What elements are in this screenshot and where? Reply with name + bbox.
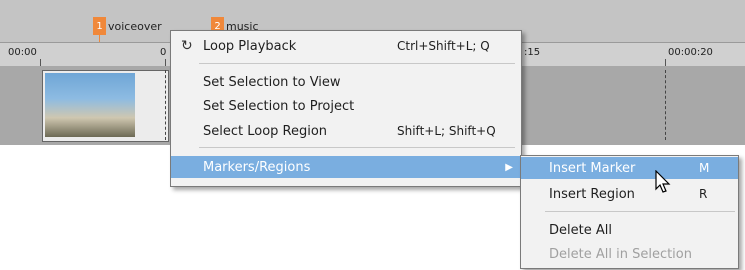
menu-item-set-selection-to-project[interactable]: Set Selection to Project (171, 95, 521, 117)
menu-item-label: Set Selection to Project (203, 98, 355, 114)
clip-boundary (165, 70, 166, 140)
menu-item-insert-marker[interactable]: Insert Marker M (521, 157, 738, 179)
clip-thumbnail (45, 73, 135, 137)
menu-item-label: Select Loop Region (203, 123, 328, 139)
menu-item-set-selection-to-view[interactable]: Set Selection to View (171, 71, 521, 93)
menu-item-label: Markers/Regions (203, 159, 311, 175)
menu-item-label: Delete All (549, 222, 612, 238)
menu-separator (545, 211, 735, 212)
menu-item-delete-all[interactable]: Delete All (521, 219, 738, 241)
markers-regions-submenu: Insert Marker M Insert Region R Delete A… (520, 155, 739, 269)
ruler-label: :15 (524, 47, 541, 58)
menu-item-label: Set Selection to View (203, 74, 341, 90)
menu-item-label: Loop Playback (203, 38, 297, 54)
menu-item-insert-region[interactable]: Insert Region R (521, 183, 738, 205)
marker-voiceover[interactable]: 1 voiceover (93, 17, 162, 35)
menu-item-shortcut: Ctrl+Shift+L; Q (397, 39, 490, 53)
menu-item-label: Insert Marker (549, 160, 636, 176)
menu-item-shortcut: M (699, 161, 710, 175)
menu-item-select-loop-region[interactable]: Select Loop Region Shift+L; Shift+Q (171, 120, 521, 142)
grid-line (665, 70, 666, 140)
mouse-cursor-icon (655, 170, 671, 193)
loop-icon: ↻ (181, 38, 193, 54)
menu-separator (199, 63, 515, 64)
video-clip[interactable] (42, 70, 169, 142)
submenu-arrow-icon: ▶ (505, 161, 513, 173)
menu-item-delete-all-in-selection: Delete All in Selection (521, 243, 738, 265)
menu-item-shortcut: Shift+L; Shift+Q (397, 124, 496, 138)
menu-item-label: Delete All in Selection (549, 246, 692, 262)
menu-separator (199, 147, 515, 148)
marker-number: 1 (93, 17, 106, 35)
ruler-label: 00:00 (8, 47, 37, 58)
ruler-label: 0 (160, 47, 167, 58)
context-menu: ↻ Loop Playback Ctrl+Shift+L; Q Set Sele… (170, 30, 522, 187)
menu-item-loop-playback[interactable]: ↻ Loop Playback Ctrl+Shift+L; Q (171, 35, 521, 57)
menu-item-markers-regions[interactable]: Markers/Regions ▶ (171, 156, 521, 178)
ruler-label: 00:00:20 (668, 47, 713, 58)
marker-label: voiceover (108, 19, 162, 33)
menu-item-label: Insert Region (549, 186, 635, 202)
menu-item-shortcut: R (699, 187, 708, 201)
